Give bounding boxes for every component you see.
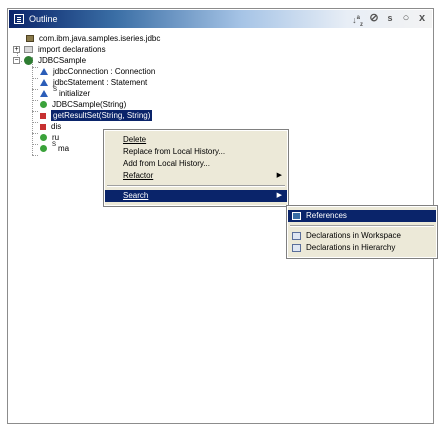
tree-item-member[interactable]: jdbcConnection : Connection [40,66,155,77]
menu-item-delete[interactable]: Delete [105,134,287,146]
declarations-icon [292,232,301,240]
submenu-arrow-icon: ▶ [276,192,282,199]
tree-item-member[interactable]: JDBCSample(String) [40,99,126,110]
expand-imports-toggle[interactable]: + [13,46,20,53]
submenu-arrow-icon: ▶ [276,172,282,179]
field-icon [40,68,48,75]
references-icon [292,212,301,220]
tree-item-package[interactable]: com.ibm.java.samples.iseries.jdbc [26,33,160,44]
submenu-item-declarations-workspace[interactable]: Declarations in Workspace [288,230,436,242]
tree-item-member[interactable]: ru [40,132,59,143]
imports-label: import declarations [38,45,106,54]
static-method-icon [40,145,47,152]
sort-alpha-icon[interactable]: ↓az [352,12,363,32]
static-field-icon [40,90,48,97]
static-marker: S [52,142,57,148]
menu-item-add-local-history[interactable]: Add from Local History... [105,158,287,170]
imports-icon [24,46,33,53]
tree-item-member[interactable]: S ma [40,142,70,154]
menu-separator [290,225,434,227]
outline-icon [14,14,24,24]
tree-item-class[interactable]: JDBCSample [24,55,86,66]
collapse-class-toggle[interactable]: − [13,57,20,64]
package-label: com.ibm.java.samples.iseries.jdbc [39,34,161,43]
tree-item-member[interactable]: S initializer [40,87,91,99]
private-method-icon [40,123,46,130]
view-titlebar[interactable]: Outline ↓az ⊘ s ○ x [9,10,432,28]
submenu-item-references[interactable]: References [288,210,436,222]
context-menu: Delete Replace from Local History... Add… [103,129,289,207]
menu-item-search[interactable]: Search ▶ [105,190,287,202]
member-label: getResultSet(String, String) [51,110,153,121]
member-label: initializer [59,89,91,98]
view-toolbar: ↓az ⊘ s ○ x [352,12,427,32]
member-label: jdbcStatement : Statement [53,78,148,87]
search-submenu: References Declarations in Workspace Dec… [286,205,438,259]
member-label: jdbcConnection : Connection [53,67,156,76]
submenu-item-declarations-hierarchy[interactable]: Declarations in Hierarchy [288,242,436,254]
hide-nonpublic-icon[interactable]: ○ [401,12,411,32]
field-icon [40,79,48,86]
hide-fields-icon[interactable]: ⊘ [369,12,379,32]
menu-item-replace-local-history[interactable]: Replace from Local History... [105,146,287,158]
menu-separator [107,185,285,187]
public-method-icon [40,101,47,108]
hide-static-icon[interactable]: s [385,12,395,32]
tree-item-member-selected[interactable]: getResultSet(String, String) [40,110,153,121]
member-label: ma [58,144,70,153]
member-label: dis [51,122,62,131]
class-label: JDBCSample [38,56,87,65]
menu-item-refactor[interactable]: Refactor ▶ [105,170,287,182]
close-icon[interactable]: x [417,12,427,32]
view-title: Outline [29,14,58,24]
tree-item-member[interactable]: dis [40,121,61,132]
class-icon [24,56,33,65]
public-method-icon [40,134,47,141]
tree-item-imports[interactable]: import declarations [24,44,106,55]
member-label: JDBCSample(String) [52,100,127,109]
static-marker: S [53,87,58,93]
declarations-icon [292,244,301,252]
package-icon [26,35,34,42]
private-method-icon [40,112,46,119]
